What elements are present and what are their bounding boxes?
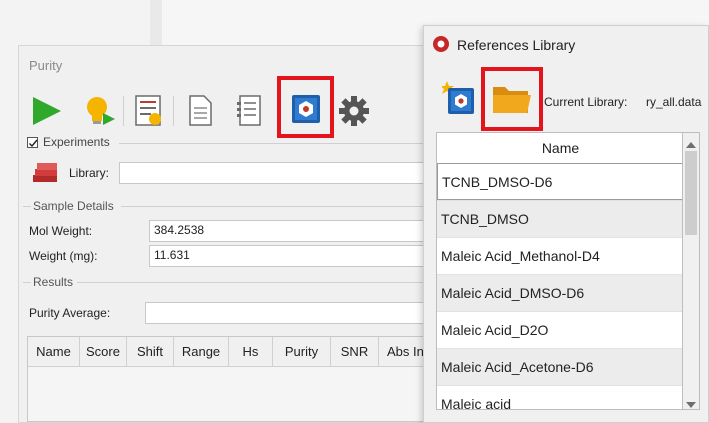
results-table: Name Score Shift Range Hs Purity SNR Abs…	[27, 336, 437, 422]
list-item[interactable]: Maleic Acid_Acetone-D6	[437, 348, 682, 385]
library-label: Library:	[69, 166, 110, 180]
purity-window-title: Purity	[29, 58, 63, 73]
references-list: Name TCNB_DMSO-D6 TCNB_DMSO Maleic Acid_…	[436, 132, 683, 410]
scroll-up-icon[interactable]	[686, 138, 696, 152]
column-header-snr[interactable]: SNR	[331, 337, 379, 367]
weight-field[interactable]: 11.631	[149, 245, 439, 267]
scrollbar-thumb[interactable]	[685, 151, 697, 235]
sample-details-divider-left	[23, 206, 31, 207]
references-library-button[interactable]	[289, 92, 323, 126]
current-library-label: Current Library:	[544, 95, 628, 109]
toolbar-separator	[123, 96, 124, 126]
column-header-hs[interactable]: Hs	[229, 337, 273, 367]
mol-weight-label: Mol Weight:	[29, 224, 93, 238]
run-button[interactable]	[27, 94, 65, 128]
column-header-shift[interactable]: Shift	[127, 337, 174, 367]
column-header-purity[interactable]: Purity	[273, 337, 331, 367]
mol-weight-field[interactable]: 384.2538	[149, 220, 439, 242]
app-logo-icon	[433, 36, 449, 52]
new-library-button[interactable]	[440, 80, 476, 116]
experiments-divider	[119, 143, 437, 144]
sample-details-legend: Sample Details	[33, 199, 114, 213]
list-header-name[interactable]: Name	[437, 133, 682, 164]
gear-icon	[339, 96, 369, 126]
notes-icon	[237, 95, 261, 126]
experiments-label: Experiments	[43, 135, 110, 149]
new-library-icon	[440, 81, 474, 114]
experiments-checkbox[interactable]	[27, 137, 38, 148]
list-scrollbar[interactable]	[683, 132, 700, 410]
purity-average-label: Purity Average:	[29, 306, 111, 320]
column-header-range[interactable]: Range	[174, 337, 229, 367]
report-list-button[interactable]	[133, 94, 165, 128]
document-button[interactable]	[185, 94, 215, 128]
list-item[interactable]: Maleic Acid_Methanol-D4	[437, 237, 682, 274]
open-library-button[interactable]	[490, 79, 534, 119]
scroll-down-icon[interactable]	[686, 398, 696, 412]
notes-button[interactable]	[234, 94, 266, 128]
list-item[interactable]: TCNB_DMSO-D6	[437, 163, 682, 200]
library-book-icon	[292, 95, 320, 123]
column-header-name[interactable]: Name	[28, 337, 80, 367]
results-table-header: Name Score Shift Range Hs Purity SNR Abs…	[28, 337, 436, 367]
settings-button[interactable]	[337, 94, 371, 128]
purity-average-field[interactable]	[145, 302, 439, 324]
references-window-title: References Library	[457, 37, 576, 53]
results-divider-left	[23, 282, 31, 283]
column-header-score[interactable]: Score	[80, 337, 127, 367]
weight-label: Weight (mg):	[29, 249, 98, 263]
list-item[interactable]: Maleic acid	[437, 385, 682, 409]
checkmark-icon	[29, 139, 38, 148]
sample-details-divider	[121, 206, 437, 207]
document-icon	[189, 95, 212, 126]
suggest-button[interactable]	[81, 93, 117, 129]
references-library-window: References Library Current Library: ry_a…	[423, 25, 709, 423]
toolbar-separator	[173, 96, 174, 126]
library-books-icon	[31, 161, 61, 187]
library-field[interactable]	[119, 162, 439, 184]
current-library-value: ry_all.data	[646, 95, 702, 109]
results-divider	[77, 282, 437, 283]
checklist-icon	[135, 95, 161, 126]
list-item[interactable]: TCNB_DMSO	[437, 200, 682, 237]
open-folder-icon	[493, 87, 531, 113]
purity-window: Purity Experiments Library: Sample Detai…	[18, 45, 439, 423]
list-item[interactable]: Maleic Acid_D2O	[437, 311, 682, 348]
play-icon	[33, 97, 61, 125]
results-legend: Results	[33, 275, 74, 289]
list-item[interactable]: Maleic Acid_DMSO-D6	[437, 274, 682, 311]
lightbulb-icon	[87, 97, 115, 125]
